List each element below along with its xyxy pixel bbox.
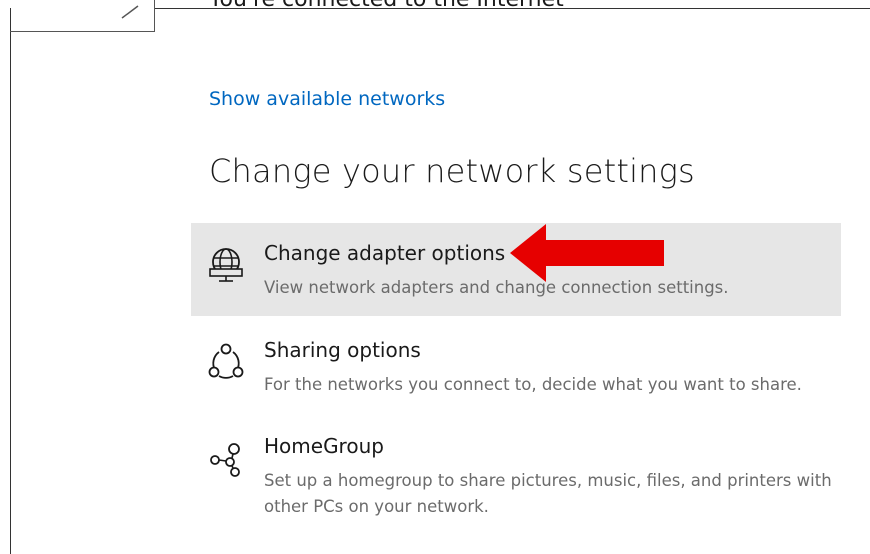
connection-status-text: You're connected to the Internet xyxy=(209,0,564,12)
sharing-options-item[interactable]: Sharing options For the networks you con… xyxy=(191,320,841,415)
red-arrow-annotation xyxy=(508,222,668,288)
option-description: For the networks you connect to, decide … xyxy=(264,375,802,394)
show-available-networks-link[interactable]: Show available networks xyxy=(209,88,445,110)
option-description: Set up a homegroup to share pictures, mu… xyxy=(264,471,832,516)
section-heading: Change your network settings xyxy=(209,152,695,190)
option-title: Change adapter options xyxy=(264,241,506,265)
homegroup-item[interactable]: HomeGroup Set up a homegroup to share pi… xyxy=(191,416,841,526)
homegroup-icon xyxy=(207,438,245,478)
option-title: Sharing options xyxy=(264,338,421,362)
sharing-icon xyxy=(207,342,245,382)
frame-left-border xyxy=(10,8,11,554)
option-title: HomeGroup xyxy=(264,434,384,458)
adapter-globe-icon xyxy=(207,245,245,285)
expand-icon xyxy=(121,5,139,19)
network-status-tile[interactable] xyxy=(10,0,155,32)
